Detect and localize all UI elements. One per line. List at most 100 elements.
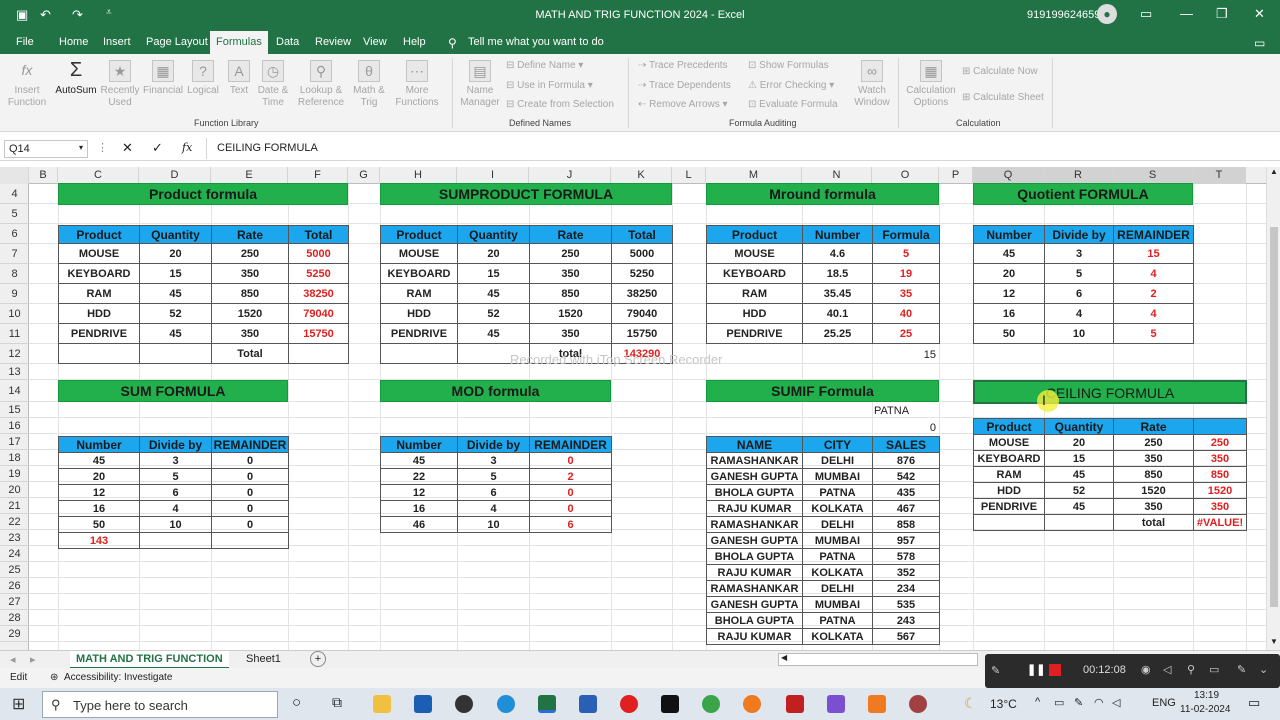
- tab-help[interactable]: Help: [403, 36, 426, 48]
- table-cell[interactable]: PENDRIVE: [58, 323, 140, 344]
- mod-formula-title[interactable]: MOD formula: [380, 380, 611, 402]
- calculate-sheet-button[interactable]: ⊞ Calculate Sheet: [962, 92, 1044, 103]
- name-manager-button[interactable]: ▤ Name Manager: [458, 60, 502, 109]
- table-cell[interactable]: KEYBOARD: [380, 263, 458, 284]
- row-header[interactable]: 10: [0, 304, 29, 324]
- table-cell[interactable]: 5: [1044, 263, 1114, 284]
- tab-insert[interactable]: Insert: [103, 36, 131, 48]
- row-header[interactable]: 14: [0, 380, 29, 402]
- recorder-app-icon[interactable]: [786, 695, 804, 713]
- table-cell[interactable]: 45: [457, 323, 530, 344]
- table-cell[interactable]: 20: [1044, 434, 1114, 451]
- table-header[interactable]: Divide by: [457, 436, 530, 453]
- table-cell[interactable]: RAJU KUMAR: [706, 628, 803, 645]
- table-header[interactable]: Quantity: [1044, 418, 1114, 435]
- table-header[interactable]: Divide by: [1044, 225, 1114, 244]
- table-cell[interactable]: 6: [139, 484, 212, 501]
- table-cell[interactable]: [288, 343, 349, 364]
- table-cell[interactable]: [1044, 514, 1114, 531]
- sumif-formula-table[interactable]: NAME CITY SALES RAMASHANKAR DELHI 876 GANESH G…: [706, 436, 940, 645]
- table-cell[interactable]: PATNA: [802, 484, 873, 501]
- cortana-icon[interactable]: ○: [292, 694, 301, 711]
- sheet-nav-prev-icon[interactable]: ◂: [10, 653, 16, 666]
- table-cell[interactable]: RAM: [973, 466, 1045, 483]
- table-cell[interactable]: 6: [1044, 283, 1114, 304]
- table-cell[interactable]: PATNA: [802, 612, 873, 629]
- table-cell[interactable]: total: [1113, 514, 1194, 531]
- table-cell[interactable]: 4: [139, 500, 212, 517]
- table-cell[interactable]: 5250: [611, 263, 673, 284]
- table-cell[interactable]: 45: [1044, 466, 1114, 483]
- watch-window-button[interactable]: ∞ Watch Window: [852, 60, 892, 109]
- table-cell[interactable]: [380, 343, 458, 364]
- row-header[interactable]: 5: [0, 204, 29, 224]
- row-header[interactable]: 27: [0, 594, 29, 610]
- scroll-up-icon[interactable]: ▲: [1270, 167, 1278, 176]
- mround-formula-table[interactable]: Product Number Formula MOUSE 4.6 5 KEYBOARD 18.…: [706, 225, 940, 344]
- table-cell[interactable]: 0: [529, 484, 612, 501]
- more-functions-button[interactable]: ⋯ More Functions: [390, 60, 444, 109]
- table-cell[interactable]: 15: [139, 263, 212, 284]
- table-cell[interactable]: 40: [872, 303, 940, 324]
- table-cell[interactable]: 250: [1113, 434, 1194, 451]
- table-cell[interactable]: [211, 532, 289, 549]
- table-cell[interactable]: 350: [211, 323, 289, 344]
- table-header[interactable]: Product: [973, 418, 1045, 435]
- table-cell[interactable]: 22: [380, 468, 458, 485]
- chat-icon[interactable]: ▭: [1209, 663, 1219, 676]
- table-cell[interactable]: 352: [872, 564, 940, 581]
- table-cell[interactable]: 250: [211, 243, 289, 264]
- column-header[interactable]: P: [939, 167, 973, 184]
- table-cell[interactable]: 35: [872, 283, 940, 304]
- table-header[interactable]: REMAINDER: [529, 436, 612, 453]
- row-header[interactable]: 15: [0, 402, 29, 418]
- table-cell[interactable]: 25.25: [802, 323, 873, 344]
- table-cell[interactable]: 5250: [288, 263, 349, 284]
- column-header[interactable]: I: [457, 167, 529, 184]
- table-cell[interactable]: MOUSE: [380, 243, 458, 264]
- table-cell[interactable]: #VALUE!: [1193, 514, 1247, 531]
- table-cell[interactable]: 15: [1113, 243, 1194, 264]
- row-header[interactable]: 8: [0, 264, 29, 284]
- table-cell[interactable]: 4.6: [802, 243, 873, 264]
- table-cell[interactable]: 5: [139, 468, 212, 485]
- column-header[interactable]: Q: [973, 167, 1044, 184]
- table-cell[interactable]: 1520: [211, 303, 289, 324]
- table-cell[interactable]: 15750: [611, 323, 673, 344]
- table-header[interactable]: Rate: [1113, 418, 1194, 435]
- table-header[interactable]: Total: [611, 225, 673, 244]
- table-cell[interactable]: 250: [529, 243, 612, 264]
- trace-precedents-button[interactable]: ⇢ Trace Precedents: [638, 60, 728, 71]
- column-header[interactable]: O: [872, 167, 939, 184]
- table-cell[interactable]: RAM: [380, 283, 458, 304]
- table-cell[interactable]: 5: [872, 243, 940, 264]
- tab-review[interactable]: Review: [315, 36, 351, 48]
- sumif-formula-title[interactable]: SUMIF Formula: [706, 380, 939, 402]
- text-button[interactable]: A Text: [224, 60, 254, 97]
- select-all-button[interactable]: [0, 167, 29, 184]
- table-header[interactable]: Product: [380, 225, 458, 244]
- table-cell[interactable]: [973, 514, 1045, 531]
- table-cell[interactable]: 18.5: [802, 263, 873, 284]
- firefox-icon[interactable]: [743, 695, 761, 713]
- collapse-icon[interactable]: ⌄: [1259, 663, 1268, 676]
- table-header[interactable]: REMAINDER: [211, 436, 289, 453]
- table-header[interactable]: SALES: [872, 436, 940, 453]
- table-cell[interactable]: KOLKATA: [802, 628, 873, 645]
- account-name[interactable]: 919199624659: [1027, 9, 1100, 21]
- table-cell[interactable]: PENDRIVE: [706, 323, 803, 344]
- vertical-scrollbar[interactable]: ▲ ▼: [1266, 167, 1280, 650]
- mod-formula-table[interactable]: Number Divide by REMAINDER 45 3 0 22 5 2 12 6 0 16 4 0…: [380, 436, 612, 533]
- pen-icon[interactable]: ✎: [991, 664, 1000, 677]
- table-header[interactable]: Divide by: [139, 436, 212, 453]
- pause-icon[interactable]: ❚❚: [1027, 663, 1045, 676]
- table-cell[interactable]: 1520: [1193, 482, 1247, 499]
- evaluate-formula-button[interactable]: ⊡ Evaluate Formula: [748, 99, 838, 110]
- table-cell[interactable]: 350: [1193, 450, 1247, 467]
- table-header[interactable]: REMAINDER: [1113, 225, 1194, 244]
- table-cell[interactable]: MUMBAI: [802, 596, 873, 613]
- row-header[interactable]: 24: [0, 546, 29, 562]
- table-header[interactable]: Formula: [872, 225, 940, 244]
- sumproduct-formula-title[interactable]: SUMPRODUCT FORMULA: [380, 183, 672, 205]
- row-header[interactable]: 22: [0, 514, 29, 530]
